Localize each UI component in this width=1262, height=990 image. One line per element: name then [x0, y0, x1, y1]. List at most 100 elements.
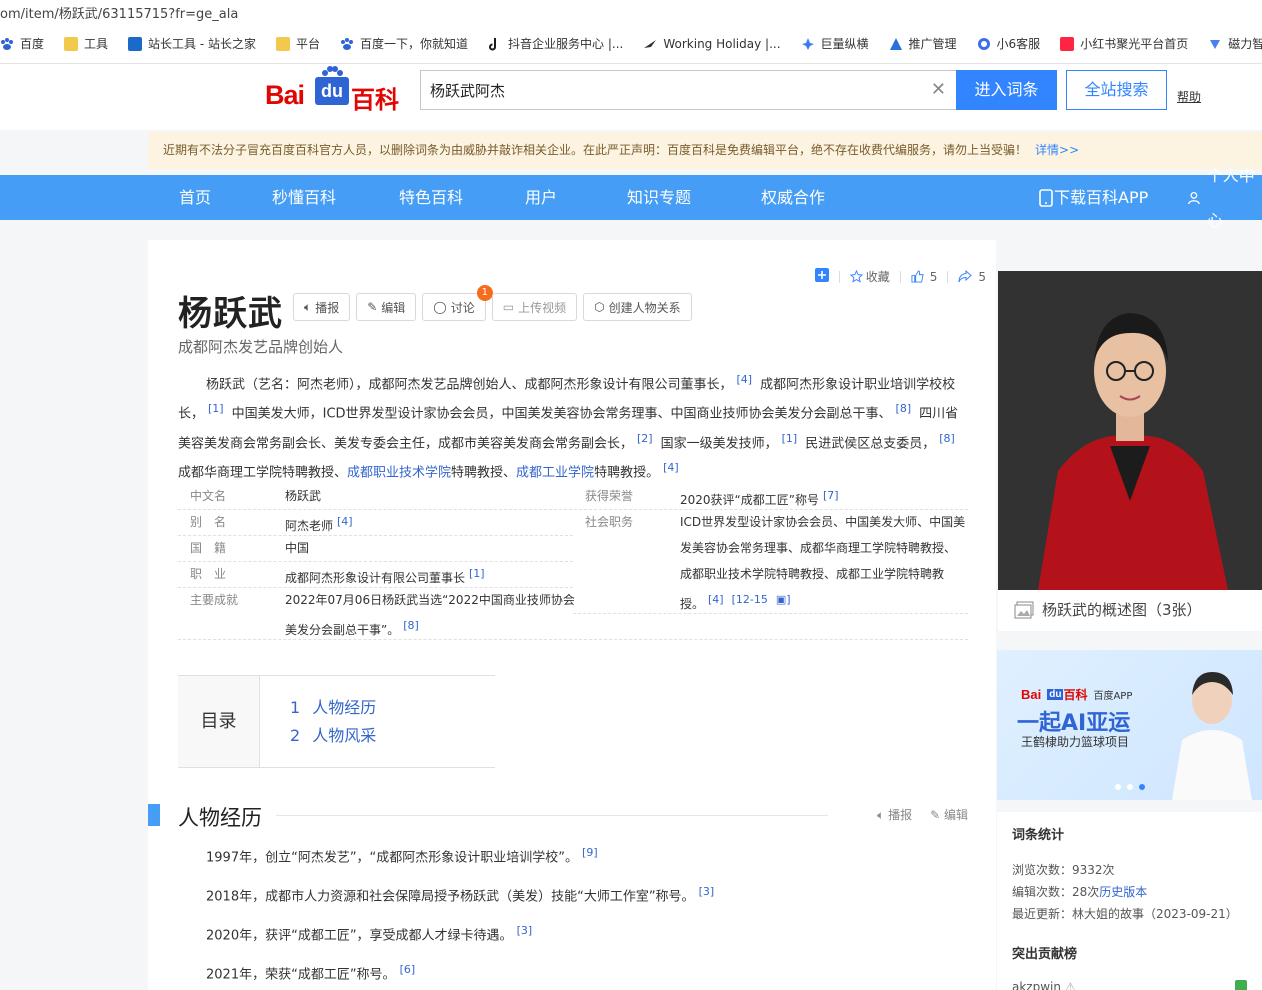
baike-logo[interactable]: Bai du 百科 — [265, 66, 405, 116]
nav-users[interactable]: 用户 — [525, 175, 557, 220]
ref-link[interactable]: [4] — [337, 515, 353, 528]
infobox-value: 授。 [4] [12-15 ▣] — [680, 593, 791, 611]
bookmark-xiaohongshu[interactable]: 小红书聚光平台首页 — [1060, 35, 1188, 52]
pencil-icon: ✎ — [367, 300, 378, 314]
section-edit-button[interactable]: ✎ 编辑 — [930, 806, 968, 823]
ref-link[interactable]: [8] — [896, 402, 912, 415]
bookmark-baidu-search[interactable]: 百度一下，你就知道 — [340, 35, 468, 52]
entry-summary: 杨跃武（艺名：阿杰老师），成都阿杰发艺品牌创始人、成都阿杰形象设计有限公司董事长… — [178, 373, 959, 481]
paragraph: 2020年，获评“成都工匠”，享受成都人才绿卡待遇。 [3] — [206, 924, 533, 944]
nav-miaodong[interactable]: 秒懂百科 — [272, 175, 336, 220]
nav-topics[interactable]: 知识专题 — [627, 175, 691, 220]
carousel-dot[interactable] — [1127, 784, 1133, 790]
photo-caption[interactable]: 杨跃武的概述图（3张） — [1014, 599, 1202, 620]
collect-button[interactable]: 收藏 — [849, 268, 890, 285]
bookmark-promotion[interactable]: 推广管理 — [889, 35, 957, 52]
bookmark-chinaz[interactable]: 站长工具 - 站长之家 — [128, 35, 256, 52]
create-relation-button[interactable]: ⬡ 创建人物关系 — [583, 293, 692, 321]
carousel-dots[interactable] — [1115, 784, 1145, 790]
like-button[interactable]: 5 — [911, 270, 937, 284]
help-link[interactable]: 帮助 — [1177, 88, 1201, 105]
ref-link[interactable]: [4] — [663, 461, 679, 474]
bookmark-platform[interactable]: 平台 — [276, 35, 320, 52]
ref-link[interactable]: [7] — [823, 489, 839, 502]
college-link[interactable]: 成都职业技术学院 — [347, 465, 451, 480]
promo-banner[interactable]: Bai du 百科 百度APP 一起AI亚运 王鹤棣助力篮球项目 — [997, 650, 1262, 800]
bookmark-xiao6[interactable]: 小6客服 — [977, 35, 1040, 52]
nation-link[interactable]: 中国 — [285, 535, 309, 561]
search-all-button[interactable]: 全站搜索 — [1066, 70, 1167, 110]
infobox-label: 中文名 — [190, 489, 227, 503]
entry-stats: 词条统计 浏览次数：9332次 编辑次数：28次历史版本 最近更新：林大姐的故事… — [997, 812, 1262, 990]
bookmark-working-holiday[interactable]: Working Holiday |... — [643, 37, 781, 51]
toc-item[interactable]: 2 人物风采 — [290, 722, 388, 746]
section-broadcast-button[interactable]: 🔈︎ 播报 — [877, 806, 912, 823]
bookmark-douyin[interactable]: 抖音企业服务中心 |... — [488, 35, 623, 52]
infobox-label: 职 业 — [190, 567, 227, 581]
douyin-icon — [488, 37, 502, 51]
user-center-link[interactable]: 个人中心 — [1187, 166, 1262, 230]
address-bar[interactable]: om/item/杨跃武/63115715?fr=ge_ala — [0, 0, 1262, 24]
ref-link[interactable]: [12-15 — [732, 593, 768, 606]
ref-link[interactable]: [6] — [400, 963, 416, 976]
section-tools: 🔈︎ 播报 ✎ 编辑 — [877, 806, 968, 823]
portrait-image — [998, 271, 1262, 590]
ad-person-image — [1172, 672, 1252, 800]
bookmark-baidu[interactable]: 百度 — [0, 35, 44, 52]
nav-cooperation[interactable]: 权威合作 — [761, 175, 825, 220]
url-text: om/item/杨跃武/63115715?fr=ge_ala — [0, 7, 239, 22]
summary-photo-card[interactable]: 杨跃武的概述图（3张） — [998, 271, 1262, 631]
updated-by[interactable]: 林大姐的故事 — [1072, 907, 1144, 921]
badge-icon — [1235, 980, 1247, 990]
infobox-value: 发美容协会常务理事、成都华商理工学院特聘教授、 — [680, 541, 957, 555]
infobox-divider — [178, 639, 968, 640]
paragraph: 2021年，荣获“成都工匠”称号。 [6] — [206, 963, 416, 983]
entry-main: 收藏 5 5 杨跃武 🔈︎ 播报 ✎ 编辑 ◯ 讨论 1 ▭ 上传视频 ⬡ 创建人物关系 成… — [148, 240, 996, 990]
college-link[interactable]: 成都工业学院 — [516, 465, 594, 480]
bookmark-tools[interactable]: 工具 — [64, 35, 108, 52]
section-title: 人物经历 — [178, 806, 262, 830]
ref-link[interactable]: [3] — [517, 924, 533, 937]
ref-link[interactable]: [1] — [469, 567, 485, 580]
site-tool-icon — [128, 36, 143, 51]
bookmark-juliang[interactable]: 巨量纵横 — [801, 35, 869, 52]
broadcast-button[interactable]: 🔈︎ 播报 — [293, 293, 351, 321]
discuss-button[interactable]: ◯ 讨论 1 — [422, 285, 493, 321]
bookmark-cili[interactable]: 磁力智 — [1208, 35, 1262, 52]
infobox-divider — [178, 587, 573, 588]
ref-link[interactable]: [4] — [737, 373, 753, 386]
enter-entry-button[interactable]: 进入词条 — [956, 70, 1057, 110]
user-icon — [1188, 191, 1200, 204]
ref-link[interactable]: [3] — [699, 885, 715, 898]
notice-more-link[interactable]: 详情>> — [1035, 143, 1079, 157]
video-icon: ▭ — [502, 300, 515, 314]
ref-link[interactable]: [4] — [708, 593, 724, 606]
share-button[interactable]: 5 — [958, 270, 986, 284]
nav-home[interactable]: 首页 — [179, 175, 211, 220]
bird-icon — [643, 37, 657, 51]
infobox-value: 2020获评“成都工匠”称号 [7] — [680, 489, 839, 507]
infobox-value: 阿杰老师 [4] — [285, 515, 353, 533]
toc-item[interactable]: 1 人物经历 — [290, 694, 388, 718]
add-icon[interactable] — [814, 268, 829, 285]
history-link[interactable]: 历史版本 — [1099, 885, 1147, 899]
ref-link[interactable]: [8] — [403, 619, 419, 632]
contributor-row[interactable]: akzpwjn ⚠︎ — [1012, 976, 1247, 990]
download-app-link[interactable]: 下载百科APP — [1038, 175, 1148, 220]
search-input[interactable] — [421, 71, 901, 109]
upload-video-button[interactable]: ▭ 上传视频 — [491, 293, 578, 321]
stats-title: 词条统计 — [1012, 828, 1065, 843]
nav-featured[interactable]: 特色百科 — [399, 175, 463, 220]
xiaohongshu-icon — [1060, 36, 1075, 51]
folder-icon — [64, 36, 79, 51]
carousel-dot[interactable] — [1115, 784, 1121, 790]
infobox-divider — [178, 561, 573, 562]
ref-link[interactable]: [9] — [582, 846, 598, 859]
edit-button[interactable]: ✎ 编辑 — [356, 293, 417, 321]
ref-link[interactable]: [2] — [637, 432, 653, 445]
carousel-dot-active[interactable] — [1139, 784, 1145, 790]
ref-link[interactable]: [1] — [782, 432, 798, 445]
ref-link[interactable]: [8] — [939, 432, 955, 445]
clear-icon[interactable]: ✕ — [931, 81, 946, 99]
ref-link[interactable]: [1] — [208, 402, 224, 415]
